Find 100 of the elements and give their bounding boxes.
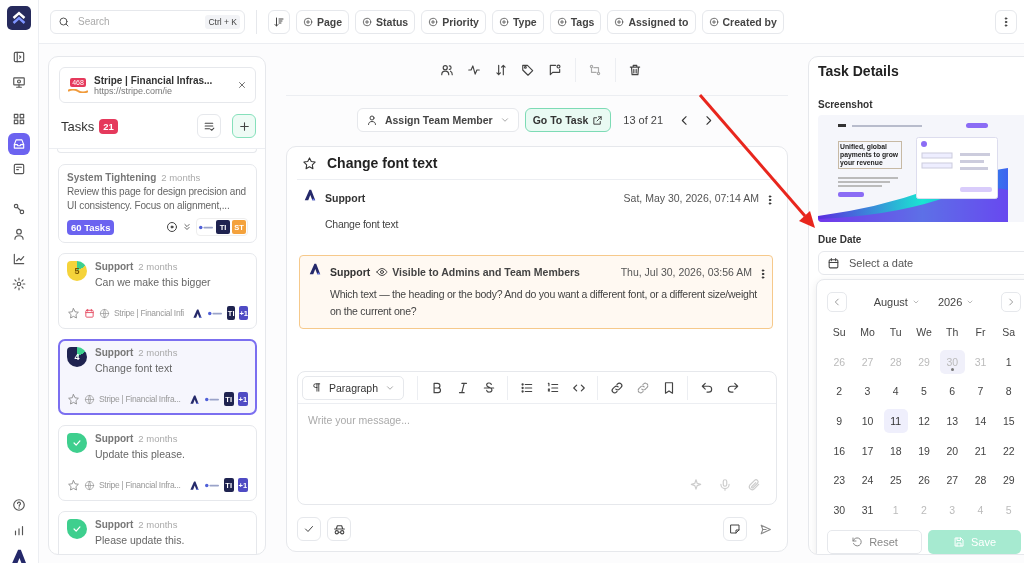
chevron-right-icon bbox=[1006, 297, 1016, 307]
incognito-icon bbox=[332, 522, 346, 536]
app-logo[interactable] bbox=[7, 6, 31, 30]
close-button[interactable] bbox=[237, 80, 247, 90]
calendar-day[interactable]: 11 bbox=[883, 409, 908, 434]
month-select[interactable]: August bbox=[873, 296, 920, 308]
redo-icon bbox=[725, 380, 740, 395]
paragraph-dropdown[interactable]: Paragraph bbox=[302, 375, 405, 400]
pager-label: 13 of 21 bbox=[623, 114, 664, 126]
calendar-day[interactable]: 12 bbox=[911, 409, 937, 434]
filter-button[interactable]: Status bbox=[355, 9, 416, 34]
task-title: Update this please. bbox=[95, 448, 185, 460]
assign-member-dropdown[interactable]: Assign Team Member bbox=[356, 108, 519, 132]
filter-button[interactable]: Priority bbox=[421, 9, 486, 34]
filter-button[interactable]: Created by bbox=[701, 9, 784, 34]
external-link-icon bbox=[592, 114, 604, 126]
logo-icon bbox=[308, 262, 322, 276]
incognito-button[interactable] bbox=[327, 517, 351, 541]
task-title: Please update this. bbox=[95, 534, 185, 546]
eye-icon bbox=[376, 266, 389, 278]
search-input[interactable]: Search bbox=[76, 15, 200, 28]
date-field[interactable]: Select a date bbox=[818, 251, 1024, 275]
mini-logo-icon bbox=[206, 309, 223, 317]
transfer-icon bbox=[588, 63, 602, 77]
calendar-day[interactable]: 10 bbox=[855, 409, 880, 434]
sort-icon bbox=[494, 63, 508, 77]
chevron-down-icon bbox=[966, 298, 975, 306]
team-icon bbox=[440, 63, 454, 77]
globe-icon bbox=[84, 479, 95, 491]
calendar-day[interactable]: 31 bbox=[855, 498, 880, 523]
logo-icon bbox=[303, 188, 317, 202]
weekday-label: Sa bbox=[1001, 325, 1017, 340]
nav-item[interactable] bbox=[8, 133, 30, 155]
age-label: 2 months bbox=[138, 347, 178, 358]
logo-icon bbox=[191, 307, 203, 319]
year-select[interactable]: 2026 bbox=[937, 296, 975, 308]
calendar-day[interactable]: 25 bbox=[883, 468, 908, 493]
settings-icon bbox=[12, 277, 26, 291]
go-to-task-button[interactable]: Go To Task bbox=[524, 108, 612, 132]
calendar-day[interactable]: 30 bbox=[827, 498, 852, 523]
calendar-day[interactable]: 3 bbox=[855, 379, 880, 404]
calendar-day[interactable]: 22 bbox=[996, 438, 1021, 463]
inbox-icon bbox=[12, 137, 26, 151]
date-input[interactable]: Select a date bbox=[847, 256, 1021, 270]
message-field[interactable]: Write your message... bbox=[298, 404, 776, 474]
calendar-day[interactable]: 29 bbox=[996, 468, 1021, 493]
filter-button[interactable]: Tags bbox=[549, 9, 602, 34]
calendar-day[interactable]: 24 bbox=[855, 468, 880, 493]
calendar-day[interactable]: 15 bbox=[996, 409, 1021, 434]
calendar-day[interactable]: 4 bbox=[883, 379, 908, 404]
logo-icon bbox=[188, 479, 200, 491]
calendar-day[interactable]: 16 bbox=[827, 438, 852, 463]
add-button[interactable] bbox=[232, 114, 256, 138]
task-count-badge: 60 Tasks bbox=[67, 219, 115, 235]
calendar-day[interactable]: 19 bbox=[911, 438, 937, 463]
weekday-label: Th bbox=[945, 325, 960, 340]
calendar-day[interactable]: 26 bbox=[911, 468, 937, 493]
status-badge: 5 bbox=[67, 261, 87, 281]
calendar-day[interactable]: 5 bbox=[911, 379, 937, 404]
mini-logo-icon bbox=[203, 481, 220, 489]
chevron-down-icon bbox=[911, 298, 920, 306]
add-circle-icon bbox=[428, 16, 439, 27]
globe-icon bbox=[84, 393, 95, 405]
calendar-day[interactable]: 8 bbox=[996, 379, 1021, 404]
line-chart-icon bbox=[12, 252, 26, 266]
message-editor[interactable]: Paragraph Write your message... bbox=[297, 371, 777, 505]
note-button[interactable] bbox=[723, 517, 747, 541]
calendar-day[interactable]: 13 bbox=[940, 409, 965, 434]
filter-button[interactable]: Page bbox=[296, 9, 350, 34]
calendar-day[interactable]: 17 bbox=[855, 438, 880, 463]
nodes-icon bbox=[12, 202, 26, 216]
calendar-day[interactable]: 2 bbox=[827, 379, 852, 404]
list-view-button[interactable] bbox=[197, 114, 221, 138]
calendar-day[interactable]: 9 bbox=[827, 409, 852, 434]
reset-button[interactable]: Reset bbox=[827, 530, 922, 554]
check-icon bbox=[72, 524, 82, 534]
age-label: 2 months bbox=[138, 433, 178, 444]
filter-button[interactable]: Type bbox=[491, 9, 544, 34]
epic-description: Review this page for design precision and UI consistency. Focus on alignment,... bbox=[67, 185, 247, 213]
calendar-day[interactable]: 20 bbox=[940, 438, 965, 463]
calendar-day[interactable]: 27 bbox=[940, 468, 965, 493]
calendar-day[interactable]: 23 bbox=[827, 468, 852, 493]
save-icon bbox=[952, 536, 965, 549]
text-lines-mockup bbox=[838, 177, 900, 199]
author-name: Support bbox=[325, 192, 366, 204]
calendar-day[interactable]: 7 bbox=[968, 379, 993, 404]
calendar-day[interactable]: 1 bbox=[996, 349, 1021, 374]
calendar-day[interactable]: 21 bbox=[968, 438, 993, 463]
calendar-day[interactable]: 6 bbox=[940, 379, 965, 404]
undo-icon bbox=[699, 380, 714, 395]
search-field[interactable]: Search Ctrl + K bbox=[50, 9, 245, 34]
send-icon bbox=[758, 522, 772, 536]
comment-text: Which text — the heading or the body? And do you want a different font, or a different size/weight on the current one? bbox=[330, 287, 758, 319]
task-card[interactable]: Support 2 months Please update this. bbox=[58, 511, 257, 554]
calendar-day[interactable]: 18 bbox=[883, 438, 908, 463]
task-title: Change font text bbox=[327, 155, 438, 171]
calendar-day[interactable]: 14 bbox=[968, 409, 993, 434]
calendar-day[interactable]: 28 bbox=[968, 468, 993, 493]
reset-icon bbox=[851, 536, 864, 549]
filter-button[interactable]: Assigned to bbox=[607, 9, 696, 34]
